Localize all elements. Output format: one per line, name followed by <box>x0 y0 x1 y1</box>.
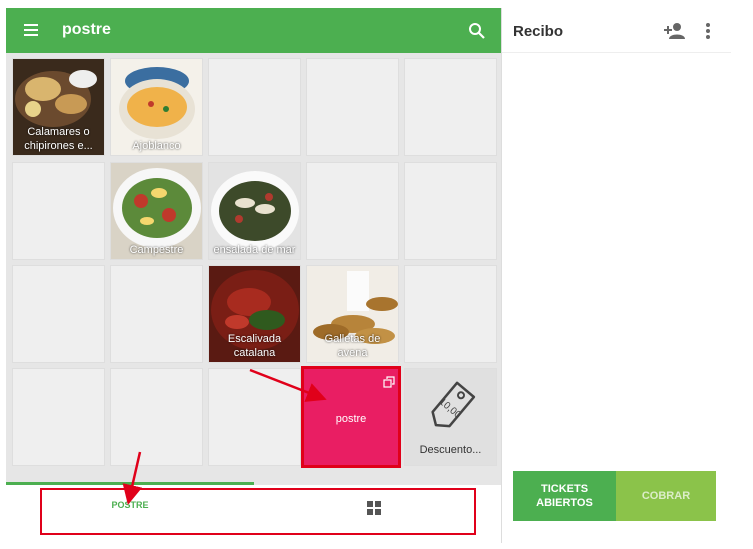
empty-tile[interactable] <box>12 368 105 466</box>
empty-tile[interactable] <box>306 162 399 260</box>
menu-icon[interactable] <box>22 20 42 40</box>
charge-button[interactable]: COBRAR <box>616 471 716 521</box>
receipt-header: Recibo <box>502 8 731 53</box>
item-tile-postre[interactable]: postre <box>301 366 401 468</box>
more-vert-icon[interactable] <box>702 20 714 42</box>
empty-tile[interactable] <box>404 265 497 363</box>
item-label: Galletas de avena <box>324 333 381 359</box>
empty-tile[interactable] <box>404 162 497 260</box>
item-tile-campestre[interactable]: Campestre <box>110 162 203 260</box>
item-tile-galletas[interactable]: Galletas de avena <box>306 265 399 363</box>
pos-app: postre Calamares o chipirones e... Ajobl… <box>0 0 753 549</box>
item-tile-escalivada[interactable]: Escalivada catalana <box>208 265 301 363</box>
empty-tile[interactable] <box>208 368 301 466</box>
item-tile-ensalada-de-mar[interactable]: ensalada de mar <box>208 162 301 260</box>
category-title: postre <box>62 21 111 38</box>
empty-tile[interactable] <box>12 265 105 363</box>
empty-tile[interactable] <box>306 58 399 156</box>
receipt-title: Recibo <box>513 23 564 40</box>
add-customer-icon[interactable] <box>662 20 686 42</box>
item-tile-calamares[interactable]: Calamares o chipirones e... <box>12 58 105 156</box>
open-tickets-button[interactable]: TICKETS ABIERTOS <box>513 471 616 521</box>
price-tag-icon: 10,00 <box>431 381 476 428</box>
empty-tile[interactable] <box>12 162 105 260</box>
item-grid: Calamares o chipirones e... Ajoblanco Ca… <box>6 53 501 485</box>
tab-postre[interactable]: POSTRE <box>100 500 160 518</box>
item-label: postre <box>335 413 367 425</box>
item-label: Campestre <box>129 244 184 256</box>
category-copy-icon <box>383 376 395 388</box>
empty-tile[interactable] <box>404 58 497 156</box>
item-label: ensalada de mar <box>213 244 296 256</box>
search-icon[interactable] <box>466 20 488 42</box>
empty-tile[interactable] <box>110 368 203 466</box>
top-app-bar: postre <box>6 8 501 53</box>
empty-tile[interactable] <box>208 58 301 156</box>
item-label: Escalivada catalana <box>227 333 282 359</box>
item-tile-descuento[interactable]: 10,00 Descuento... <box>404 368 497 466</box>
receipt-panel: Recibo TICKETS ABIERTOS COBRAR <box>501 8 731 543</box>
item-label: Descuento... <box>419 444 482 456</box>
item-label: Calamares o chipirones e... <box>24 126 93 152</box>
catalog-panel: postre Calamares o chipirones e... Ajobl… <box>6 8 501 485</box>
item-label: Ajoblanco <box>132 140 181 152</box>
empty-tile[interactable] <box>110 265 203 363</box>
item-tile-ajoblanco[interactable]: Ajoblanco <box>110 58 203 156</box>
grid-view-icon[interactable] <box>366 500 382 516</box>
discount-value: 10,00 <box>437 396 464 421</box>
